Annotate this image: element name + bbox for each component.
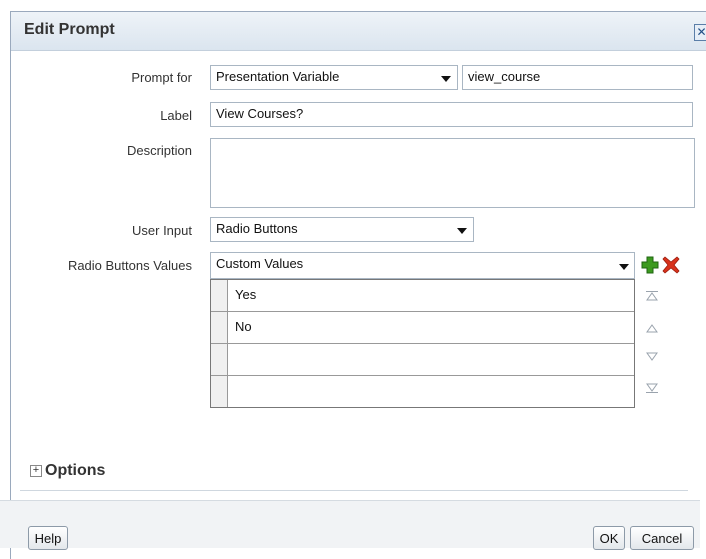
row-selector[interactable]	[211, 376, 228, 407]
delete-icon[interactable]	[662, 256, 680, 274]
prompt-for-label: Prompt for	[131, 70, 192, 85]
move-down-icon[interactable]	[646, 352, 658, 362]
radio-values-label: Radio Buttons Values	[67, 258, 192, 273]
add-icon[interactable]	[641, 256, 659, 274]
user-input-value: Radio Buttons	[216, 221, 298, 236]
prompt-for-select[interactable]: Presentation Variable	[210, 65, 458, 90]
row-selector[interactable]	[211, 312, 228, 343]
move-to-top-icon[interactable]	[646, 291, 658, 301]
row-value[interactable]: Yes	[235, 287, 256, 302]
values-grid: Yes No	[210, 279, 635, 408]
move-up-icon[interactable]	[646, 323, 658, 333]
chevron-down-icon	[619, 264, 629, 270]
values-mode-select[interactable]: Custom Values	[210, 252, 635, 279]
prompt-for-value: Presentation Variable	[216, 69, 340, 84]
user-input-select[interactable]: Radio Buttons	[210, 217, 474, 242]
options-section-header[interactable]: Options	[45, 462, 105, 480]
help-button[interactable]: Help	[28, 526, 68, 550]
cancel-button[interactable]: Cancel	[630, 526, 694, 550]
chevron-down-icon	[457, 228, 467, 234]
options-divider	[20, 490, 688, 491]
values-mode-value: Custom Values	[216, 256, 304, 271]
user-input-label: User Input	[132, 223, 192, 238]
description-label: Description	[126, 143, 192, 158]
row-value[interactable]: No	[235, 319, 252, 334]
variable-name-input[interactable]: view_course	[462, 65, 693, 90]
table-row[interactable]: Yes	[211, 280, 634, 312]
close-icon[interactable]: ✕	[694, 24, 706, 41]
row-selector[interactable]	[211, 280, 228, 311]
table-row[interactable]	[211, 344, 634, 376]
chevron-down-icon	[441, 76, 451, 82]
ok-button[interactable]: OK	[593, 526, 625, 550]
row-selector[interactable]	[211, 344, 228, 375]
label-field-label: Label	[160, 108, 192, 123]
move-to-bottom-icon[interactable]	[646, 383, 658, 393]
table-row[interactable]	[211, 376, 634, 408]
dialog-title: Edit Prompt	[24, 21, 115, 38]
expand-plus-icon[interactable]: +	[30, 465, 42, 477]
table-row[interactable]: No	[211, 312, 634, 344]
dialog-title-bar: Edit Prompt ✕	[11, 12, 706, 51]
description-textarea[interactable]	[210, 138, 695, 208]
label-input[interactable]: View Courses?	[210, 102, 693, 127]
